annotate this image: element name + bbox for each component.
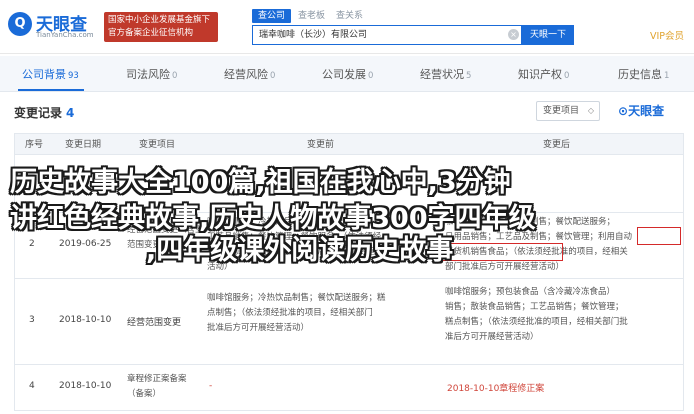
col-index: 序号 bbox=[25, 140, 44, 150]
row-date: 2018-10-10 bbox=[59, 315, 112, 325]
row-date: 2019-06-25 bbox=[59, 239, 112, 249]
highlight-box bbox=[637, 227, 681, 245]
tab-count: 0 bbox=[368, 71, 374, 81]
badge-line-1: 国家中小企业发展基金旗下 bbox=[108, 15, 211, 25]
col-before: 变更前 bbox=[307, 140, 335, 150]
tab-business-status[interactable]: 经营状况 5 bbox=[420, 66, 471, 82]
after-line: 部门批准后方可开展经营活动） bbox=[445, 262, 565, 272]
tab-label: 经营状况 bbox=[420, 68, 464, 81]
badge-line-2: 官方备案企业征信机构 bbox=[108, 28, 194, 38]
search-button[interactable]: 天眼一下 bbox=[522, 25, 574, 45]
section-title-text: 变更记录 bbox=[14, 106, 63, 120]
tab-history-info[interactable]: 历史信息 1 bbox=[618, 66, 669, 82]
before-line: 咖啡馆服务；冷热饮品制售；餐饮配送服务；糕 bbox=[207, 293, 386, 303]
brand-icon: ⊙ bbox=[618, 104, 629, 118]
search-tab-boss[interactable]: 查老板 bbox=[298, 9, 325, 23]
row-after: 2018-10-10章程修正案 bbox=[447, 384, 545, 394]
section-title: 变更记录 4 bbox=[14, 104, 74, 121]
search-tab-company[interactable]: 查公司 bbox=[252, 9, 292, 23]
item-line: 经营范围变更（含业务 bbox=[127, 225, 213, 235]
filter-label: 变更项目 bbox=[543, 106, 580, 116]
table-row: 3 2018-10-10 经营范围变更 咖啡馆服务；冷热饮品制售；餐饮配送服务；… bbox=[14, 279, 684, 365]
row-after: 咖啡馆服务；预包装食品（含冷藏冷冻食品） 销售；散装食品销售；工艺品销售；餐饮管… bbox=[445, 285, 628, 345]
logo-icon: Q bbox=[8, 12, 32, 36]
before-line: 点制售；（依法须经批准的项目，经相关部门 bbox=[207, 308, 373, 318]
highlight-box bbox=[441, 243, 563, 261]
tab-count: 0 bbox=[172, 71, 178, 81]
tab-label: 公司发展 bbox=[322, 68, 366, 81]
tab-label: 经营风险 bbox=[224, 68, 268, 81]
after-line: 准后方可开展经营活动） bbox=[445, 332, 539, 342]
chevron-down-icon: ◇ bbox=[587, 106, 594, 115]
clear-icon[interactable]: × bbox=[508, 29, 519, 40]
tab-company-development[interactable]: 公司发展 0 bbox=[322, 66, 373, 82]
change-item-filter[interactable]: 变更项目 ◇ bbox=[536, 101, 600, 121]
search-tab-relation[interactable]: 查关系 bbox=[336, 9, 363, 23]
brand-name: 天眼查 bbox=[628, 104, 665, 118]
table-header: 序号 变更日期 变更项目 变更前 变更后 bbox=[14, 133, 684, 155]
row-date: 2018-10-10 bbox=[59, 381, 112, 391]
item-line: 章程修正案备案 bbox=[127, 374, 187, 384]
before-line: 活动） bbox=[207, 262, 233, 272]
company-tabs: 公司背景 93 司法风险 0 经营风险 0 公司发展 0 经营状况 5 知识产权 0 历史信… bbox=[0, 56, 694, 92]
row-index: 3 bbox=[29, 315, 35, 325]
search-input[interactable]: 瑞幸咖啡（长沙）有限公司 bbox=[252, 25, 522, 45]
row-before: - bbox=[209, 381, 213, 391]
brand-watermark: ⊙天眼查 bbox=[618, 102, 664, 119]
tab-judicial-risk[interactable]: 司法风险 0 bbox=[126, 66, 177, 82]
tab-count: 0 bbox=[564, 71, 570, 81]
row-item: 经营范围变更 bbox=[127, 318, 182, 328]
table-row: 1 bbox=[14, 155, 684, 213]
item-line: 范围变更） bbox=[127, 240, 170, 250]
site-logo[interactable]: Q 天眼查 TianYanCha.com bbox=[8, 10, 102, 44]
after-line: 咖啡馆服务；冷热饮品制售；餐饮配送服务； bbox=[445, 217, 616, 227]
tab-count: 93 bbox=[68, 71, 79, 81]
tab-intellectual-property[interactable]: 知识产权 0 bbox=[518, 66, 569, 82]
row-item: 经营范围变更（含业务 范围变更） bbox=[127, 223, 212, 253]
official-badge: 国家中小企业发展基金旗下 官方备案企业征信机构 bbox=[104, 12, 218, 42]
row-before: 咖啡馆服务；冷热饮品制售；餐饮配送服务；糕 点制售；（依法须经批准的项目，经相关… bbox=[207, 291, 386, 336]
table-row: 2 2019-06-25 经营范围变更（含业务 范围变更） 咖啡馆服务；冷热饮品… bbox=[14, 213, 684, 279]
vip-link[interactable]: VIP会员 bbox=[650, 28, 684, 42]
row-before: 咖啡馆服务；冷热饮品制售；餐饮配送服务； 工艺品销售；餐饮管理；餐饮服务；（依法… bbox=[207, 215, 381, 275]
row-index: 4 bbox=[29, 381, 35, 391]
section-count: 4 bbox=[66, 106, 75, 120]
site-header: Q 天眼查 TianYanCha.com 国家中小企业发展基金旗下 官方备案企业… bbox=[0, 0, 694, 54]
tab-label: 知识产权 bbox=[518, 68, 562, 81]
col-date: 变更日期 bbox=[65, 140, 102, 150]
logo-subtitle: TianYanCha.com bbox=[36, 31, 94, 39]
tab-count: 0 bbox=[270, 71, 276, 81]
before-line: 工艺品销售；餐饮管理；餐饮服务；（依法须经 bbox=[207, 232, 382, 242]
tab-operation-risk[interactable]: 经营风险 0 bbox=[224, 66, 275, 82]
tab-label: 司法风险 bbox=[126, 68, 170, 81]
active-tab-indicator bbox=[18, 89, 84, 91]
row-index: 1 bbox=[29, 177, 35, 187]
col-item: 变更项目 bbox=[139, 140, 176, 150]
after-line: 销售；散装食品销售；工艺品销售；餐饮管理； bbox=[445, 302, 624, 312]
before-line: 批准的项目，经相关部门批准后方可开展经营 bbox=[207, 247, 378, 257]
tab-count: 1 bbox=[664, 71, 670, 81]
before-line: 批准后方可开展经营活动） bbox=[207, 323, 310, 333]
row-item: 章程修正案备案 （备案） bbox=[127, 372, 187, 402]
tab-label: 公司背景 bbox=[22, 68, 66, 81]
col-after: 变更后 bbox=[543, 140, 571, 150]
tab-count: 5 bbox=[466, 71, 472, 81]
row-index: 2 bbox=[29, 239, 35, 249]
tab-label: 历史信息 bbox=[618, 68, 662, 81]
item-line: （备案） bbox=[127, 389, 162, 399]
after-line: 咖啡馆服务；预包装食品（含冷藏冷冻食品） bbox=[445, 287, 616, 297]
before-line: 咖啡馆服务；冷热饮品制售；餐饮配送服务； bbox=[207, 217, 378, 227]
after-line: 糕点制售；（依法须经批准的项目，经相关部门批 bbox=[445, 317, 628, 327]
tab-company-background[interactable]: 公司背景 93 bbox=[22, 66, 79, 82]
table-row: 4 2018-10-10 章程修正案备案 （备案） - 2018-10-10章程… bbox=[14, 365, 684, 411]
